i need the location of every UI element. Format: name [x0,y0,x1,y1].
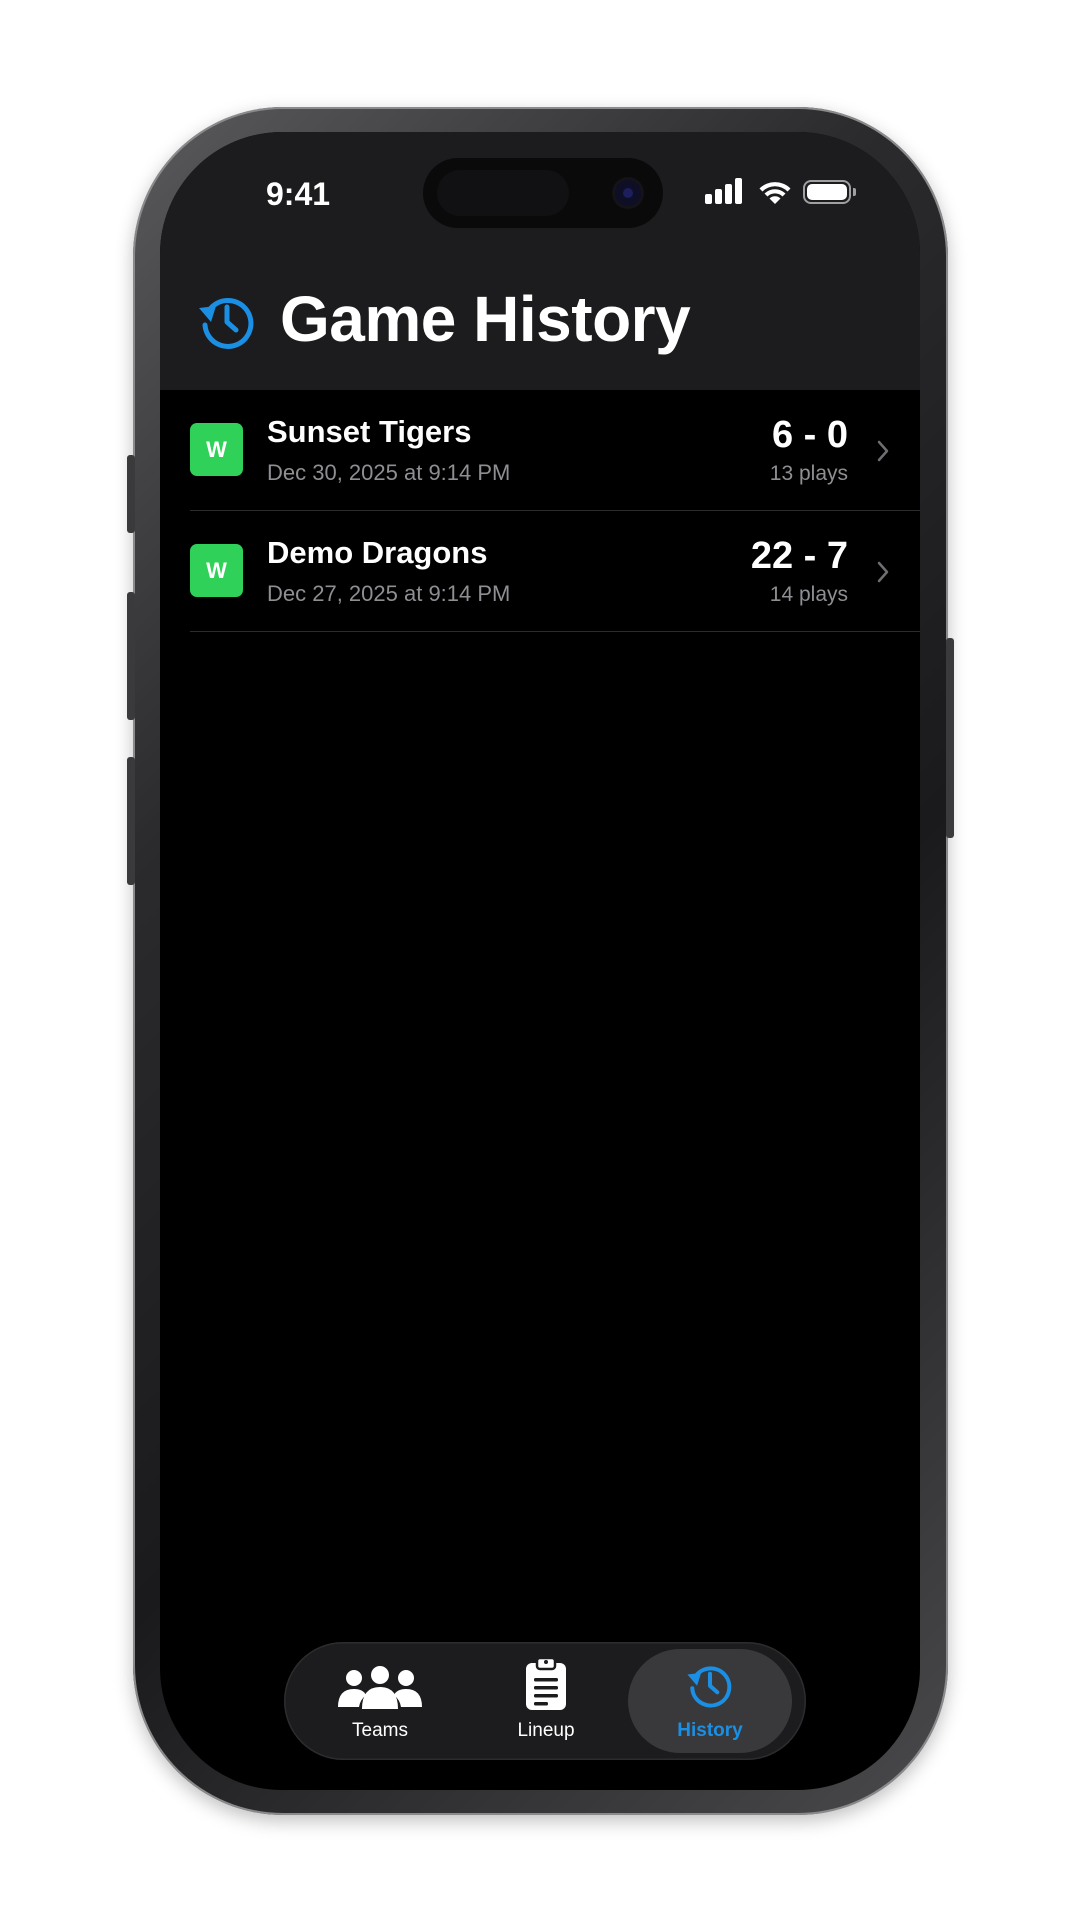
status-time: 9:41 [266,176,331,212]
game-score: 22 - 7 [750,535,848,577]
tab-history[interactable]: History [628,1649,792,1753]
status-icons [705,178,856,208]
people-icon [338,1666,422,1709]
tab-bar: Teams Lineup History [284,1642,806,1760]
tab-label: History [677,1720,743,1741]
game-date: Dec 30, 2025 at 9:14 PM [267,460,511,485]
volume-down-button [127,757,135,885]
wifi-icon [759,182,791,204]
clock-history-icon [687,1666,732,1708]
power-button [946,638,954,838]
island-sensor [437,170,569,216]
clock-history-icon [199,297,254,349]
game-row[interactable]: W Demo Dragons Dec 27, 2025 at 9:14 PM 2… [190,511,920,632]
result-badge: W [190,544,243,597]
opponent-name: Demo Dragons [267,535,488,570]
tab-lineup[interactable]: Lineup [464,1642,628,1760]
action-button [127,455,135,533]
dynamic-island [423,158,663,228]
tab-label: Lineup [517,1720,575,1741]
front-camera [615,180,641,206]
game-row[interactable]: W Sunset Tigers Dec 30, 2025 at 9:14 PM … [190,390,920,511]
tab-teams[interactable]: Teams [298,1642,462,1760]
play-count: 14 plays [769,583,848,606]
volume-up-button [127,592,135,720]
play-count: 13 plays [769,462,848,485]
game-date: Dec 27, 2025 at 9:14 PM [267,581,511,606]
tab-label: Teams [352,1720,408,1741]
cellular-signal-icon [705,178,743,204]
chevron-right-icon [877,561,889,583]
phone-screen: 9:41 Game History W Sunset Tigers Dec 30… [160,132,920,1790]
clipboard-icon [526,1658,566,1710]
result-badge: W [190,423,243,476]
opponent-name: Sunset Tigers [267,414,472,449]
game-score: 6 - 0 [771,414,848,456]
page-title: Game History [280,283,691,355]
battery-icon [803,180,856,204]
game-history-list: W Sunset Tigers Dec 30, 2025 at 9:14 PM … [190,390,920,632]
chevron-right-icon [877,440,889,462]
